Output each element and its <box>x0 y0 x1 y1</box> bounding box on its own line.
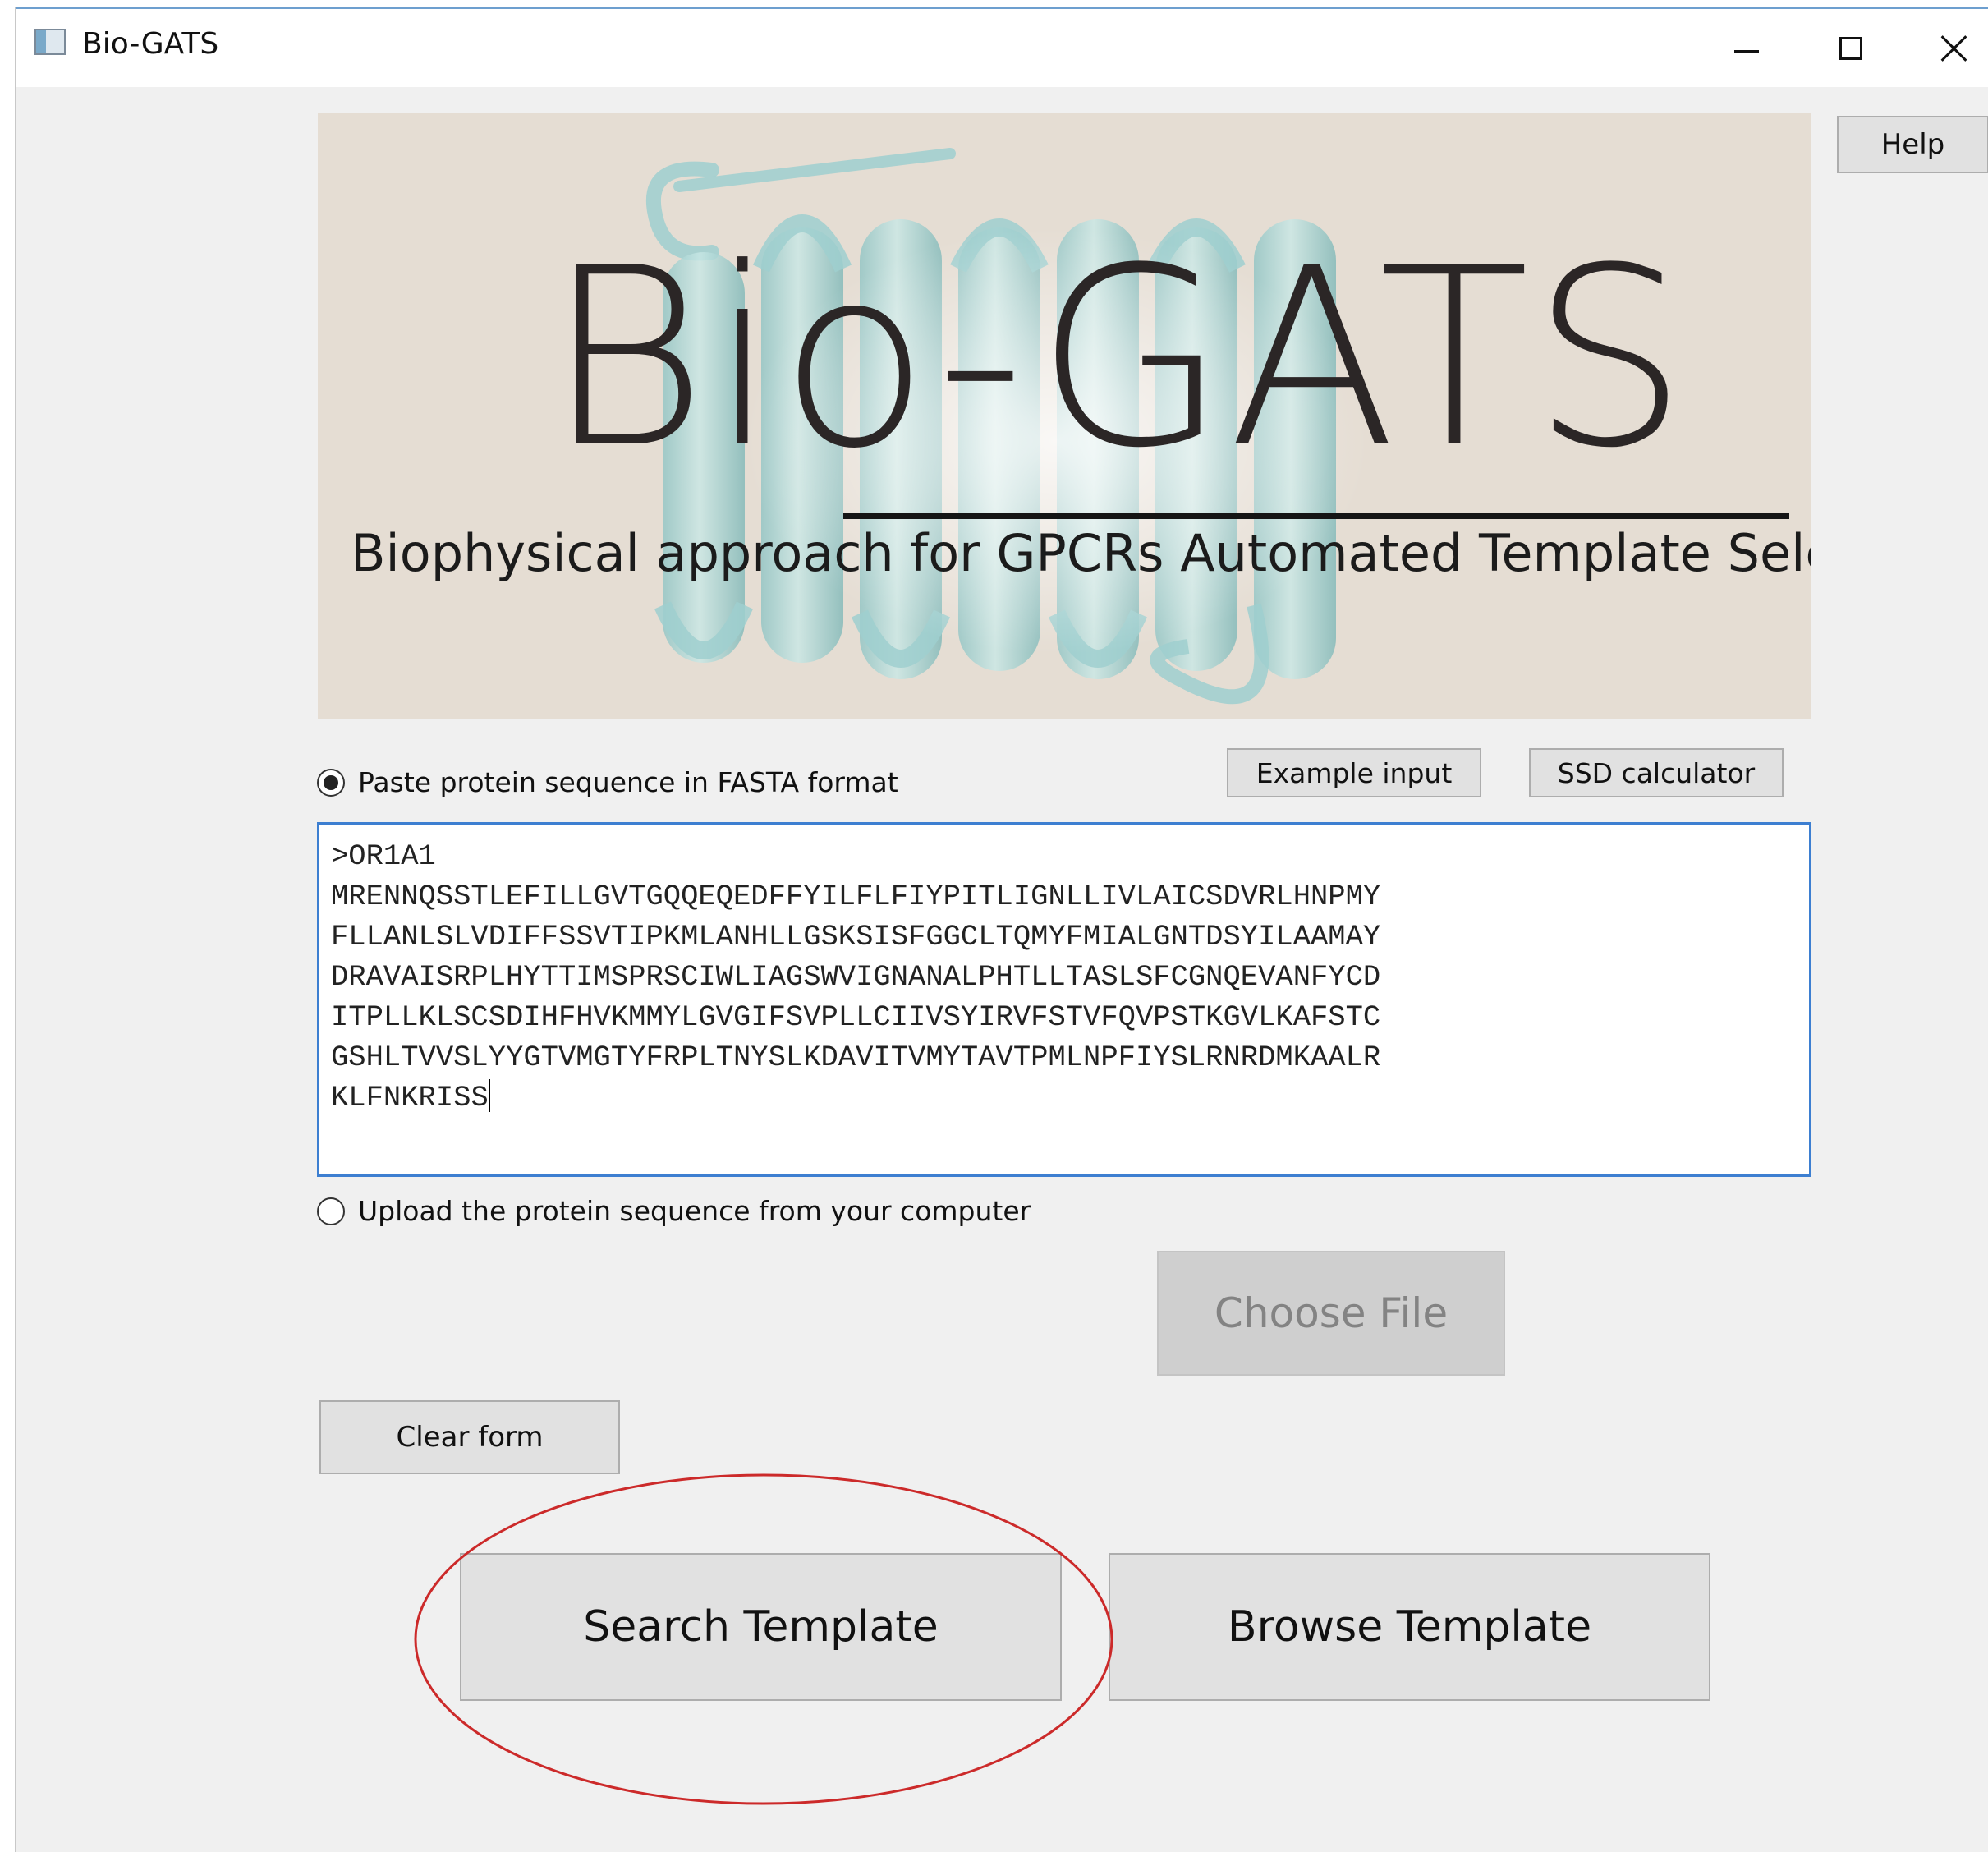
help-button[interactable]: Help <box>1837 116 1988 173</box>
ssd-calculator-button[interactable]: SSD calculator <box>1529 748 1784 797</box>
sequence-line: ITPLLKLSCSDIHFHVKMMYLGVGIFSVPLLCIIVSYIRV… <box>331 1000 1381 1034</box>
paste-sequence-option[interactable]: Paste protein sequence in FASTA format <box>317 766 898 798</box>
search-template-button[interactable]: Search Template <box>460 1553 1062 1701</box>
clear-form-button[interactable]: Clear form <box>319 1400 620 1474</box>
choose-file-button[interactable]: Choose File <box>1157 1251 1505 1376</box>
browse-template-button[interactable]: Browse Template <box>1109 1553 1710 1701</box>
sequence-line: GSHLTVVSLYYGTVMGTYFRPLTNYSLKDAVITVMYTAVT… <box>331 1041 1381 1074</box>
radio-selected-dot <box>324 774 338 790</box>
example-input-button[interactable]: Example input <box>1227 748 1481 797</box>
sequence-textarea[interactable]: >OR1A1 MRENNQSSTLEFILLGVTGQQEQEDFFYILFLF… <box>317 822 1811 1177</box>
logo-banner: Bio-GATS Biophysical approach for GPCRs … <box>318 113 1811 719</box>
title-bar: Bio-GATS <box>16 9 1988 87</box>
paste-radio[interactable] <box>317 768 345 797</box>
minimize-button[interactable] <box>1697 9 1796 87</box>
app-window: Bio-GATS Bio-GATS Biophysical approach f… <box>15 7 1988 1852</box>
banner-divider <box>843 513 1789 519</box>
close-button[interactable] <box>1905 9 1988 87</box>
sequence-line: MRENNQSSTLEFILLGVTGQQEQEDFFYILFLFIYPITLI… <box>331 880 1381 913</box>
upload-radio[interactable] <box>317 1197 345 1225</box>
close-icon <box>1940 34 1968 62</box>
minimize-icon <box>1734 50 1759 53</box>
upload-sequence-option[interactable]: Upload the protein sequence from your co… <box>317 1195 1031 1227</box>
sequence-line: DRAVAISRPLHYTTIMSPRSCIWLIAGSWVIGNANALPHT… <box>331 960 1381 994</box>
maximize-icon <box>1839 36 1862 60</box>
upload-option-label: Upload the protein sequence from your co… <box>358 1195 1031 1227</box>
paste-option-label: Paste protein sequence in FASTA format <box>358 766 898 798</box>
sequence-line: FLLANLSLVDIFFSSVTIPKMLANHLLGSKSISFGGCLTQ… <box>331 920 1381 954</box>
banner-subtitle: Biophysical approach for GPCRs Automated… <box>351 523 1811 583</box>
app-icon <box>34 29 66 55</box>
sequence-line: KLFNKRISS <box>331 1081 489 1114</box>
maximize-button[interactable] <box>1802 9 1900 87</box>
sequence-line: >OR1A1 <box>331 839 436 873</box>
window-title: Bio-GATS <box>82 27 219 61</box>
text-caret <box>488 1079 490 1112</box>
banner-title: Bio-GATS <box>545 215 1690 502</box>
